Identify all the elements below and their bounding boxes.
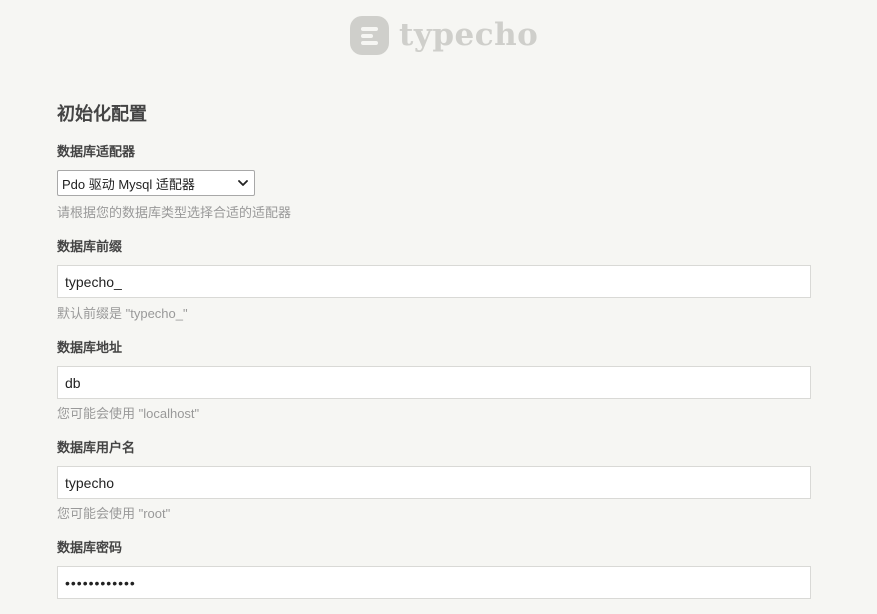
host-label: 数据库地址 <box>57 340 123 355</box>
chevron-down-icon <box>238 180 248 186</box>
logo-text: typecho <box>399 17 539 53</box>
password-input[interactable] <box>57 566 811 599</box>
user-label: 数据库用户名 <box>57 440 136 455</box>
host-hint: 您可能会使用 "localhost" <box>57 406 200 421</box>
password-label: 数据库密码 <box>57 540 123 555</box>
user-hint: 您可能会使用 "root" <box>57 506 171 521</box>
prefix-hint: 默认前缀是 "typecho_" <box>57 306 188 321</box>
adapter-label: 数据库适配器 <box>57 144 136 159</box>
prefix-label: 数据库前缀 <box>57 239 123 254</box>
prefix-input[interactable] <box>57 265 811 298</box>
typecho-logo: typecho <box>350 15 538 55</box>
typecho-logo-icon <box>350 15 389 55</box>
page-title: 初始化配置 <box>57 104 147 124</box>
host-input[interactable] <box>57 366 811 399</box>
adapter-select[interactable]: Pdo 驱动 Mysql 适配器 <box>57 170 255 196</box>
adapter-hint: 请根据您的数据库类型选择合适的适配器 <box>57 205 292 220</box>
user-input[interactable] <box>57 466 811 499</box>
adapter-select-value: Pdo 驱动 Mysql 适配器 <box>62 176 195 192</box>
